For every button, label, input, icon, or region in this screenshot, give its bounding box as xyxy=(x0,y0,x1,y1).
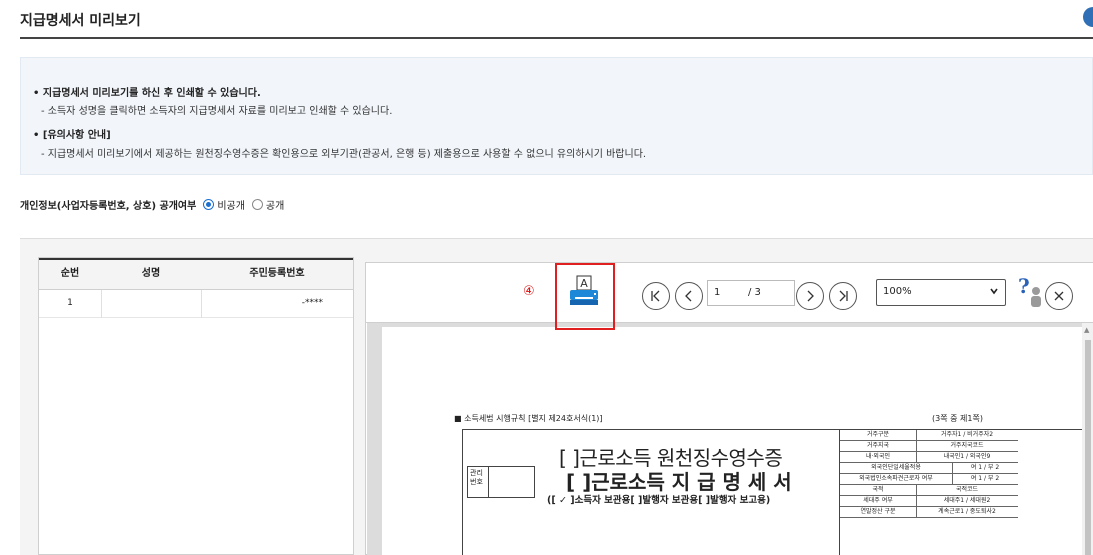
grid-value: 여 1 / 부 2 xyxy=(970,475,1000,482)
grid-label: 연말정산 구분 xyxy=(860,508,896,515)
grid-value: 여 1 / 부 2 xyxy=(970,464,1000,471)
viewer-toolbar: ④ A 1 / 3 100% ? xyxy=(366,263,1093,330)
close-button[interactable] xyxy=(1045,282,1073,310)
col-header-rrn: 주민등록번호 xyxy=(249,268,305,279)
grid-value: 거주자1 / 비거주자2 xyxy=(940,431,994,438)
table-header: 순번 성명 주민등록번호 xyxy=(39,258,353,290)
privacy-label: 개인정보(사업자등록번호, 상호) 공개여부 xyxy=(20,201,197,212)
grid-value: 거주지국코드 xyxy=(950,442,984,449)
close-icon xyxy=(1054,291,1064,301)
step-marker: ④ xyxy=(523,284,535,299)
grid-row: 세대주 여부 세대주1 / 세대원2 xyxy=(840,496,1018,507)
last-page-button[interactable] xyxy=(829,282,857,310)
zoom-select[interactable]: 100% xyxy=(876,279,1006,306)
form-frame: 관리 번호 [ ]근로소득 원천징수영수증 [ ]근로소득 지 급 명 세 서 … xyxy=(462,429,1082,555)
privacy-option-row: 개인정보(사업자등록번호, 상호) 공개여부 비공개 공개 xyxy=(20,197,284,212)
page-title: 지급명세서 미리보기 xyxy=(20,13,141,29)
col-header-name: 성명 xyxy=(141,268,161,279)
notice-line-1: • 지급명세서 미리보기를 하신 후 인쇄할 수 있습니다. xyxy=(33,88,261,99)
cell-rrn: -**** xyxy=(301,298,323,308)
title-divider xyxy=(20,37,1093,39)
next-page-button[interactable] xyxy=(796,282,824,310)
cell-divider xyxy=(201,290,202,318)
grid-row: 외국법인소속파견근로자 여부 여 1 / 부 2 xyxy=(840,474,1018,485)
corner-badge-icon[interactable] xyxy=(1083,7,1093,27)
radio-public-label[interactable]: 공개 xyxy=(266,197,284,212)
grid-label: 외국법인소속파견근로자 여부 xyxy=(859,475,933,482)
first-page-icon xyxy=(651,290,660,302)
grid-value: 세대주1 / 세대원2 xyxy=(943,497,991,504)
chevron-down-icon xyxy=(990,288,998,295)
notice-line-3: • [유의사항 안내] xyxy=(33,130,111,141)
grid-value: 내국인1 / 외국인9 xyxy=(943,453,991,460)
col-header-no: 순번 xyxy=(60,268,80,279)
table-row[interactable]: 1 -**** xyxy=(39,290,353,318)
radio-public[interactable] xyxy=(251,199,263,210)
grid-label: 세대주 여부 xyxy=(863,497,893,504)
grid-row: 내·외국인 내국인1 / 외국인9 xyxy=(840,452,1018,463)
notice-line-4: - 지급명세서 미리보기에서 제공하는 원천징수영수증은 확인용으로 외부기관(… xyxy=(41,149,647,160)
radio-private-label[interactable]: 비공개 xyxy=(217,197,245,212)
total-pages: / 3 xyxy=(748,287,761,298)
scroll-up-icon[interactable]: ▲ xyxy=(1084,326,1089,334)
grid-row: 연말정산 구분 계속근로1 / 중도퇴사2 xyxy=(840,507,1018,518)
notice-box: • 지급명세서 미리보기를 하신 후 인쇄할 수 있습니다. - 소득자 성명을… xyxy=(20,57,1093,175)
grid-value: 계속근로1 / 중도퇴사2 xyxy=(938,508,996,515)
grid-label: 국적 xyxy=(872,486,884,493)
management-number-label: 관리 번호 xyxy=(467,466,489,498)
grid-row: 국적 국적코드 xyxy=(840,485,1018,496)
document-scrollbar[interactable]: ▲ xyxy=(1082,323,1093,555)
grid-row: 외국인단일세율적용 여 1 / 부 2 xyxy=(840,463,1018,474)
management-number-field xyxy=(489,466,535,498)
form-subtitle: ([ ✓ ]소득자 보관용[ ]발행자 보관용[ ]발행자 보고용) xyxy=(547,495,771,506)
grid-row: 거주구분 거주자1 / 비거주자2 xyxy=(840,430,1018,441)
document-page: ■ 소득세법 시행규칙 [별지 제24호서식(1)] (3쪽 중 제1쪽) 관리… xyxy=(382,327,1082,555)
helper-figure-icon xyxy=(1031,287,1041,307)
page-number-input[interactable]: 1 / 3 xyxy=(707,280,795,306)
print-highlight-box xyxy=(555,263,615,330)
last-page-icon xyxy=(839,290,848,302)
chevron-right-icon xyxy=(807,290,814,302)
grid-label: 외국인단일세율적용 xyxy=(871,464,921,471)
form-header-right: (3쪽 중 제1쪽) xyxy=(932,414,983,423)
radio-private[interactable] xyxy=(203,199,215,210)
document-view-area: ■ 소득세법 시행규칙 [별지 제24호서식(1)] (3쪽 중 제1쪽) 관리… xyxy=(367,323,1082,555)
grid-row: 거주지국 거주지국코드 xyxy=(840,441,1018,452)
notice-line-2: - 소득자 성명을 클릭하면 소득자의 지급명세서 자료를 미리보고 인쇄할 수… xyxy=(41,106,393,117)
cell-no: 1 xyxy=(67,298,73,308)
cell-divider xyxy=(101,290,102,318)
resident-info-grid: 거주구분 거주자1 / 비거주자2 거주지국 거주지국코드 내·외국인 내국인1… xyxy=(839,430,1018,555)
grid-label: 내·외국인 xyxy=(866,453,890,460)
prev-page-button[interactable] xyxy=(675,282,703,310)
form-title-statement: [ ]근로소득 지 급 명 세 서 xyxy=(566,470,792,494)
grid-value: 국적코드 xyxy=(955,486,979,493)
earner-list-panel: 순번 성명 주민등록번호 1 -**** xyxy=(38,257,354,555)
grid-label: 거주지국 xyxy=(866,442,890,449)
form-header-left: ■ 소득세법 시행규칙 [별지 제24호서식(1)] xyxy=(454,414,603,423)
report-viewer: ④ A 1 / 3 100% ? ■ 소득세법 시행규칙 [별지 제24호서식(… xyxy=(365,262,1093,555)
first-page-button[interactable] xyxy=(642,282,670,310)
zoom-value: 100% xyxy=(883,286,912,297)
current-page: 1 xyxy=(714,287,721,298)
scrollbar-thumb[interactable] xyxy=(1085,340,1091,555)
grid-label: 거주구분 xyxy=(866,431,890,438)
chevron-left-icon xyxy=(685,290,692,302)
